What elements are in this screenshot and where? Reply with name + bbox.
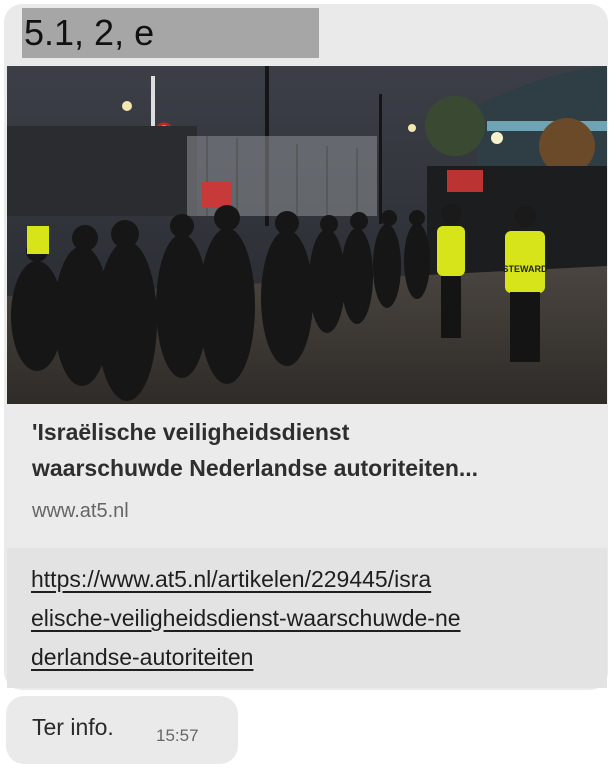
link-preview-text[interactable]: 'Israëlische veiligheidsdienst waarschuw… [7,404,607,546]
steward-vest-right [505,231,545,293]
message-timestamp: 15:57 [156,726,199,745]
text-message-bubble[interactable]: Ter info. 15:57 [6,696,238,764]
link-preview-title[interactable]: 'Israëlische veiligheidsdienst waarschuw… [32,414,592,486]
message-text: Ter info. [32,714,114,740]
url-line1[interactable]: https://www.at5.nl/artikelen/229445/isra [31,560,591,599]
steward-vest-text: STEWARD [503,264,549,274]
article-url-link[interactable]: https://www.at5.nl/artikelen/229445/isra… [31,560,591,677]
link-preview-title-line1: 'Israëlische veiligheidsdienst [32,419,350,445]
redaction-label: 5.1, 2, e [22,8,319,58]
steward-vest-left [437,226,465,276]
url-line2[interactable]: elische-veiligheidsdienst-waarschuwde-ne [31,599,591,638]
url-text-block: https://www.at5.nl/artikelen/229445/isra… [7,548,607,688]
link-preview-domain: www.at5.nl [32,500,129,522]
link-preview-image[interactable]: STEWARD [7,66,607,404]
url-line3[interactable]: derlandse-autoriteiten [31,638,591,677]
crowd-photo: STEWARD [7,66,607,404]
link-preview-title-line2: waarschuwde Nederlandse autoriteiten... [32,455,479,481]
